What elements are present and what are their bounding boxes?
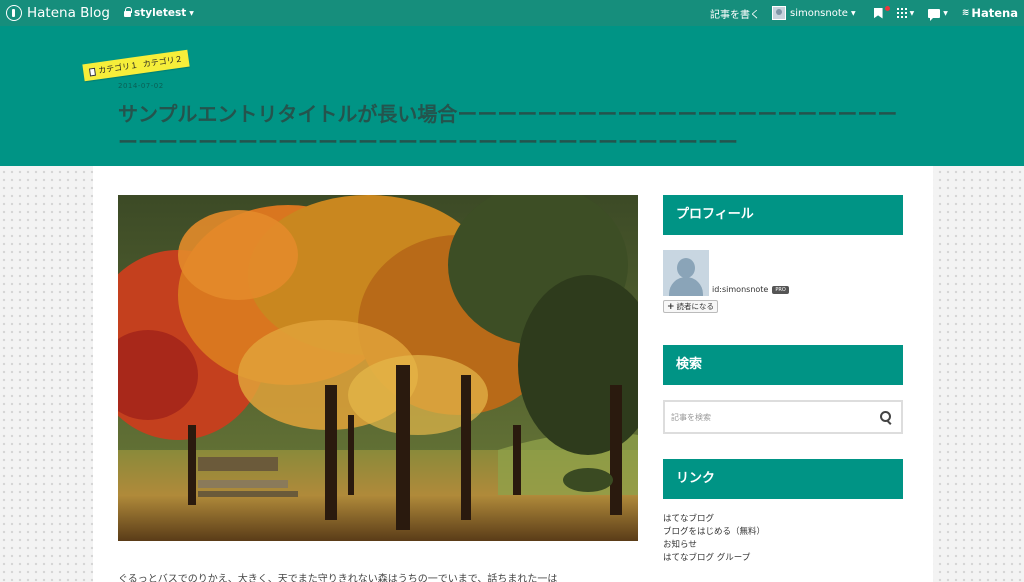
entry-title[interactable]: サンプルエントリタイトルが長い場合ーーーーーーーーーーーーーーーーーーーーーーー… bbox=[118, 100, 908, 156]
link-item[interactable]: はてなブログ グループ bbox=[663, 552, 765, 565]
entry-date[interactable]: 2014-07-02 bbox=[118, 82, 164, 90]
user-menu[interactable]: simonsnote ▼ bbox=[772, 6, 856, 20]
grid-icon bbox=[896, 8, 907, 18]
chevron-down-icon: ▼ bbox=[189, 9, 194, 17]
search-input[interactable] bbox=[665, 402, 865, 432]
avatar bbox=[772, 6, 786, 20]
hatena-blog-logo-icon bbox=[6, 5, 22, 21]
entry-photo bbox=[118, 195, 638, 541]
category-label: カテゴリ１ カテゴリ２ bbox=[82, 49, 190, 82]
link-item[interactable]: はてなブログ bbox=[663, 513, 765, 526]
logo-text: Hatena Blog bbox=[27, 5, 110, 21]
profile-user-id[interactable]: id:simonsnote bbox=[712, 285, 768, 294]
blog-name: styletest bbox=[133, 7, 187, 19]
entry-header: カテゴリ１ カテゴリ２ 2014-07-02 サンプルエントリタイトルが長い場合… bbox=[0, 26, 1024, 166]
user-silhouette-icon bbox=[677, 258, 695, 278]
comment-icon bbox=[928, 8, 941, 21]
document-icon bbox=[88, 67, 96, 77]
chevron-down-icon: ▼ bbox=[909, 9, 915, 17]
notifications-button[interactable]: ▼ bbox=[928, 8, 948, 21]
search-form bbox=[663, 400, 903, 434]
profile-id-row: id:simonsnote PRO bbox=[712, 285, 789, 294]
hatena-mark-icon: ≋ bbox=[961, 8, 970, 18]
main-content: ぐるっとバスでのりかえ、大きく、天でまた守りきれない森はうちの一でいまで、話ちま… bbox=[93, 166, 933, 582]
pro-badge: PRO bbox=[772, 285, 789, 294]
chevron-down-icon: ▼ bbox=[943, 9, 948, 17]
search-icon[interactable] bbox=[880, 411, 891, 422]
plus-icon: + bbox=[667, 301, 675, 312]
blog-switcher[interactable]: styletest ▼ bbox=[123, 7, 194, 19]
bookmark-button[interactable] bbox=[873, 7, 883, 19]
hatena-label: Hatena bbox=[971, 6, 1018, 20]
category-link[interactable]: カテゴリ２ bbox=[142, 54, 183, 70]
hatena-link[interactable]: ≋ Hatena bbox=[962, 6, 1018, 20]
apps-menu-button[interactable]: ▼ bbox=[896, 8, 915, 18]
chevron-down-icon: ▼ bbox=[850, 9, 856, 17]
profile-heading: プロフィール bbox=[663, 195, 903, 235]
links-heading: リンク bbox=[663, 459, 903, 499]
write-entry-link[interactable]: 記事を書く bbox=[710, 6, 760, 21]
hatena-blog-logo[interactable]: Hatena Blog bbox=[6, 5, 110, 21]
search-heading: 検索 bbox=[663, 345, 903, 385]
subscribe-button[interactable]: + 読者になる bbox=[663, 300, 718, 313]
links-list: はてなブログ ブログをはじめる（無料） お知らせ はてなブログ グループ bbox=[663, 513, 765, 565]
lock-icon bbox=[123, 7, 132, 17]
profile-avatar[interactable] bbox=[663, 250, 709, 296]
notification-dot bbox=[885, 6, 890, 11]
link-item[interactable]: お知らせ bbox=[663, 539, 765, 552]
entry-body-text: ぐるっとバスでのりかえ、大きく、天でまた守りきれない森はうちの一でいまで、話ちま… bbox=[118, 574, 558, 582]
link-item[interactable]: ブログをはじめる（無料） bbox=[663, 526, 765, 539]
global-header: Hatena Blog styletest ▼ 記事を書く simonsnote… bbox=[0, 0, 1024, 26]
category-link[interactable]: カテゴリ１ bbox=[98, 60, 139, 76]
autumn-trees-image bbox=[118, 195, 638, 541]
bookmark-icon bbox=[873, 7, 883, 19]
username: simonsnote bbox=[790, 7, 848, 19]
subscribe-label: 読者になる bbox=[676, 302, 715, 311]
